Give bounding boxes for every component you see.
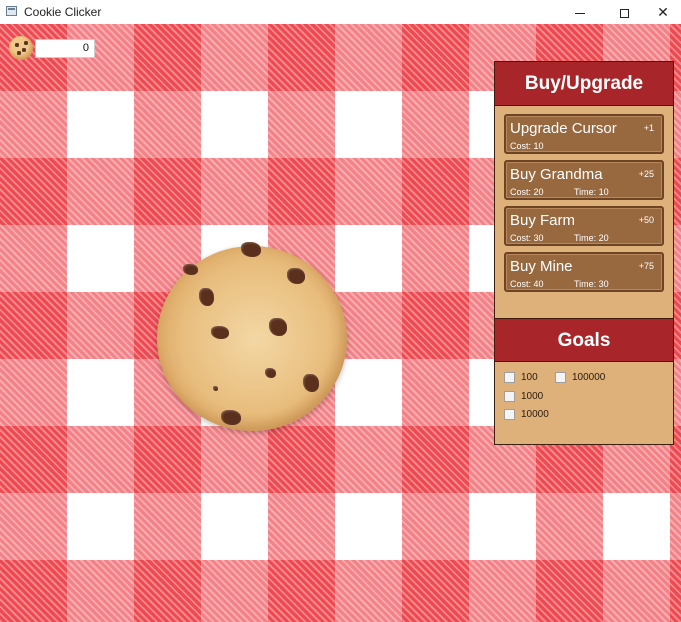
- shop-item-cost: Cost: 10: [510, 141, 544, 151]
- buy-grandma-button[interactable]: Buy Grandma +25 Cost: 20 Time: 10: [504, 160, 664, 200]
- side-panel: Buy/Upgrade Upgrade Cursor +1 Cost: 10 B…: [494, 61, 674, 445]
- shop-item-name: Buy Mine: [510, 258, 573, 275]
- cookie-icon: [9, 36, 33, 60]
- chocolate-chip: [265, 368, 276, 378]
- shop-item-gain: +1: [643, 123, 654, 133]
- goal-label: 1000: [521, 391, 544, 403]
- chocolate-chip: [269, 318, 287, 336]
- goals-heading: Goals: [495, 318, 673, 362]
- chocolate-chip: [199, 288, 214, 306]
- minimize-icon: [575, 12, 585, 14]
- shop-item-cost: Cost: 40: [510, 279, 544, 289]
- chocolate-chip: [221, 410, 241, 425]
- shop-item-time: Time: 20: [574, 233, 609, 243]
- minimize-button[interactable]: [560, 0, 600, 24]
- shop-item-time: Time: 30: [574, 279, 609, 289]
- cookie-count-field: 0: [35, 39, 95, 58]
- maximize-button[interactable]: [604, 0, 644, 24]
- goal-checkbox[interactable]: 100: [504, 372, 538, 383]
- chocolate-chip: [287, 268, 305, 284]
- shop-item-gain: +75: [638, 261, 654, 271]
- shop-item-name: Upgrade Cursor: [510, 120, 617, 137]
- chocolate-chip: [183, 264, 198, 275]
- shop-item-gain: +50: [638, 215, 654, 225]
- goal-label: 100: [521, 372, 538, 384]
- checkbox-icon: [555, 372, 566, 383]
- shop-item-name: Buy Farm: [510, 212, 576, 229]
- goal-label: 10000: [521, 409, 549, 421]
- window-title: Cookie Clicker: [24, 5, 102, 19]
- app-window-icon: [6, 6, 17, 16]
- shop-item-cost: Cost: 30: [510, 233, 544, 243]
- close-icon: ✕: [657, 4, 669, 20]
- chocolate-chip: [213, 386, 218, 391]
- maximize-icon: [619, 8, 629, 18]
- buy-farm-button[interactable]: Buy Farm +50 Cost: 30 Time: 20: [504, 206, 664, 246]
- goal-label: 100000: [572, 372, 606, 384]
- goal-checkbox[interactable]: 100000: [555, 372, 605, 383]
- checkbox-icon: [504, 409, 515, 420]
- chocolate-chip: [241, 242, 261, 257]
- buy-upgrade-heading: Buy/Upgrade: [495, 62, 673, 106]
- chocolate-chip: [303, 374, 319, 392]
- shop-item-gain: +25: [638, 169, 654, 179]
- goal-checkbox[interactable]: 1000: [504, 391, 543, 402]
- close-button[interactable]: ✕: [643, 0, 681, 24]
- upgrade-cursor-button[interactable]: Upgrade Cursor +1 Cost: 10: [504, 114, 664, 154]
- goal-checkbox[interactable]: 10000: [504, 409, 549, 420]
- shop-item-time: Time: 10: [574, 187, 609, 197]
- shop-item-cost: Cost: 20: [510, 187, 544, 197]
- big-cookie-button[interactable]: [157, 242, 347, 431]
- checkbox-icon: [504, 391, 515, 402]
- window-titlebar: Cookie Clicker ✕: [0, 0, 681, 24]
- chocolate-chip: [211, 326, 229, 339]
- checkbox-icon: [504, 372, 515, 383]
- buy-mine-button[interactable]: Buy Mine +75 Cost: 40 Time: 30: [504, 252, 664, 292]
- shop-item-name: Buy Grandma: [510, 166, 603, 183]
